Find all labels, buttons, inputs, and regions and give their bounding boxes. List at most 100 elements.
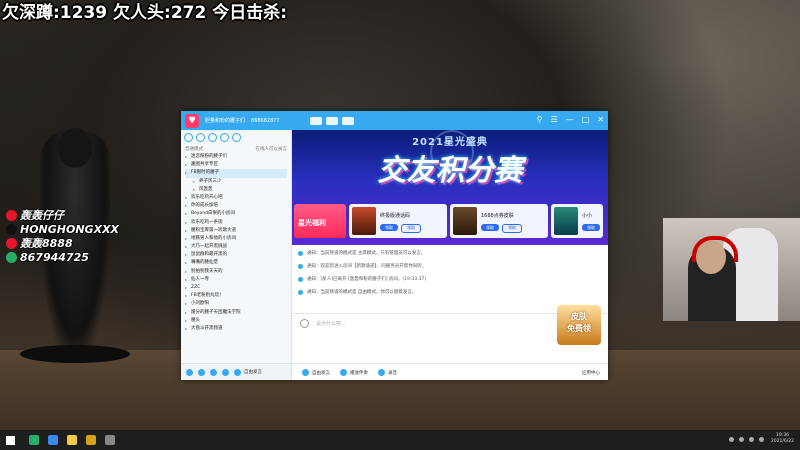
- wechat-icon[interactable]: [29, 435, 39, 445]
- volume-icon[interactable]: [748, 436, 754, 442]
- sidebar-channel-item[interactable]: ▸ 欢乐吃鸡开心吧: [185, 194, 287, 202]
- banner-card-welfare[interactable]: 星光福利: [294, 204, 346, 238]
- start-button[interactable]: [0, 430, 20, 450]
- windows-taskbar: 19:36 2021/6/22: [0, 430, 800, 450]
- folder-icon[interactable]: [67, 435, 77, 445]
- sidebar-channel-item[interactable]: ▸ 地铁男人和他的小房间: [185, 235, 287, 243]
- sidebar-channel-item[interactable]: ▸ 嘴嘴的腰仙堡: [185, 259, 287, 267]
- card-claim-button[interactable]: 领取: [380, 224, 398, 231]
- sidebar-channel-item[interactable]: ▸ 欢乐吃鸡一条街: [185, 219, 287, 227]
- chat-icon[interactable]: [196, 133, 205, 142]
- voice-chat-window[interactable]: ♥ 胆量和粉的腰子们 868682877 ⚲ ☰ — □ ✕ 普通模式 在线人可…: [181, 111, 608, 380]
- chat-input-placeholder[interactable]: 说点什么吧...: [316, 320, 346, 327]
- sidebar-channel-item[interactable]: ▸ FB老粉别丸玩！: [185, 292, 287, 300]
- bottom-item-label: 播放伴奏: [350, 370, 368, 376]
- maximize-button[interactable]: □: [582, 114, 590, 126]
- channel-label: 腰头: [191, 317, 200, 323]
- message-line: 通知：[新人]已离开 [轰轰和粉的腰子们] 房间。(19:33:37): [298, 273, 614, 286]
- close-button[interactable]: ✕: [597, 114, 604, 126]
- sidebar-channel-item[interactable]: ▸ 鼠鼠群和最开黑的: [185, 251, 287, 259]
- message-line: 通知：欢迎您进入房间【新歌速递】，同服务员开帮你同听。: [298, 260, 614, 273]
- chevron-up-icon[interactable]: [728, 436, 734, 442]
- notice-icon: [298, 277, 303, 282]
- card-claim-button[interactable]: 领取: [502, 224, 522, 233]
- sidebar-channel-item[interactable]: ▸ FB限时的腰子: [185, 169, 287, 178]
- card-claim-button[interactable]: 领取: [582, 224, 600, 231]
- sidebar-channel-item[interactable]: ▸ 趣图共享专区: [185, 161, 287, 169]
- sidebar-channel-item[interactable]: ▸ ZZC: [185, 284, 287, 292]
- list-icon[interactable]: [220, 133, 229, 142]
- channel-label: 趣图共享专区: [191, 162, 218, 168]
- sidebar-channel-item[interactable]: ▸ 风轰轰: [185, 186, 287, 194]
- sidebar-channel-item[interactable]: ▸ 迷恋粉粉的腰子们: [185, 153, 287, 161]
- sidebar-channel-item[interactable]: ▸ 仙人一寺: [185, 276, 287, 284]
- app-center-link[interactable]: 应用中心: [582, 370, 600, 376]
- window-titlebar[interactable]: ♥ 胆量和粉的腰子们 868682877 ⚲ ☰ — □ ✕: [181, 111, 608, 130]
- input-method-icon[interactable]: [758, 436, 764, 442]
- avatar[interactable]: [186, 368, 193, 376]
- sidebar-channel-item[interactable]: ▸ 大乃一起开黑挑战: [185, 243, 287, 251]
- settings-icon[interactable]: [208, 133, 217, 142]
- sidebar-channel-item[interactable]: ▸ 蹭分的腰子天团魔法学院: [185, 309, 287, 317]
- search-icon[interactable]: ⚲: [537, 114, 543, 126]
- channel-label: 欢乐吃鸡一条街: [191, 219, 223, 225]
- network-icon[interactable]: [738, 436, 744, 442]
- mic-icon[interactable]: [210, 368, 217, 376]
- tool-icon[interactable]: [309, 116, 322, 125]
- sidebar-channel-item[interactable]: ▸ 腰粉宝库第一听歌大道: [185, 227, 287, 235]
- system-tray: 19:36 2021/6/22: [724, 433, 794, 445]
- channel-label: 养子风三少: [199, 178, 222, 184]
- record-item[interactable]: 录音: [378, 369, 397, 376]
- message-text: 通知：当前频道的模式是 自由模式，你可以随意发言。: [307, 290, 417, 295]
- social-row-wechat: 867944725: [6, 250, 119, 264]
- media-icon[interactable]: [105, 435, 115, 445]
- free-speak-label[interactable]: 自由发言: [244, 369, 262, 375]
- social-row-weibo: 轰轰仔仔: [6, 208, 119, 222]
- channel-label: 蹭分的腰子天团魔法学院: [191, 309, 241, 315]
- sidebar-channel-item[interactable]: ▸ 你的成长加倍: [185, 202, 287, 210]
- card-claim-button[interactable]: 领取: [401, 224, 421, 233]
- app-icon[interactable]: [86, 435, 96, 445]
- sidebar-header: 普通模式 在线人可以发言: [181, 145, 291, 153]
- headset-icon[interactable]: [222, 368, 229, 376]
- webcam-feed: [663, 218, 800, 321]
- sidebar-channel-item[interactable]: ▸ 养子风三少: [185, 178, 287, 186]
- free-skin-promo[interactable]: 皮肤 免费领: [557, 305, 601, 345]
- mode-label: 普通模式: [185, 147, 203, 152]
- tool-icon[interactable]: [341, 116, 354, 125]
- channel-label: 嘴嘴的腰仙堡: [191, 260, 218, 266]
- accompaniment-item[interactable]: 播放伴奏: [340, 369, 368, 376]
- event-banner[interactable]: 2021星光盛典 交友积分赛 星光福利 终极版通话码 领取 领取 1688点券皮…: [292, 130, 608, 245]
- tiktok-icon: [6, 223, 17, 235]
- messenger-icon[interactable]: [48, 435, 58, 445]
- banner-card[interactable]: 小小 领取: [551, 204, 603, 238]
- emoji-icon[interactable]: [300, 319, 309, 328]
- free-speak-item[interactable]: 自由发言: [302, 369, 330, 376]
- volume-icon[interactable]: [198, 368, 205, 376]
- tool-icon[interactable]: [325, 116, 338, 125]
- sidebar-channel-item[interactable]: ▸ 大盘斗开黑频道: [185, 325, 287, 333]
- notice-icon: [298, 251, 303, 256]
- channel-label: FB老粉别丸玩！: [191, 293, 224, 299]
- social-text: 轰轰仔仔: [20, 209, 64, 222]
- window-controls: ⚲ ☰ — □ ✕: [529, 114, 604, 126]
- channel-label: 风轰轰: [199, 186, 213, 192]
- sidebar-channel-item[interactable]: ▸ 别拍别我天天的: [185, 268, 287, 276]
- weibo-icon: [6, 237, 17, 249]
- banner-card[interactable]: 1688点券皮肤 领取 领取: [450, 204, 548, 238]
- card-claim-button[interactable]: 领取: [481, 224, 499, 231]
- headphones: [692, 236, 738, 262]
- user-icon[interactable]: [184, 133, 193, 142]
- search-icon[interactable]: [232, 133, 241, 142]
- card-title: 终极版通话码: [380, 213, 411, 219]
- sidebar-channel-item[interactable]: ▸ 小刘欧阳: [185, 300, 287, 308]
- online-label: 在线人可以发言: [255, 147, 288, 152]
- sidebar-channel-item[interactable]: ▸ Beyond白果的小房间: [185, 210, 287, 218]
- channel-label: 你的成长加倍: [191, 203, 218, 209]
- minimize-button[interactable]: —: [566, 114, 574, 126]
- menu-icon[interactable]: ☰: [551, 114, 558, 126]
- banner-card[interactable]: 终极版通话码 领取 领取: [349, 204, 447, 238]
- sidebar-channel-item[interactable]: ▸ 腰头: [185, 317, 287, 325]
- taskbar-clock[interactable]: 19:36 2021/6/22: [771, 433, 794, 445]
- speak-mode-icon[interactable]: [234, 368, 241, 376]
